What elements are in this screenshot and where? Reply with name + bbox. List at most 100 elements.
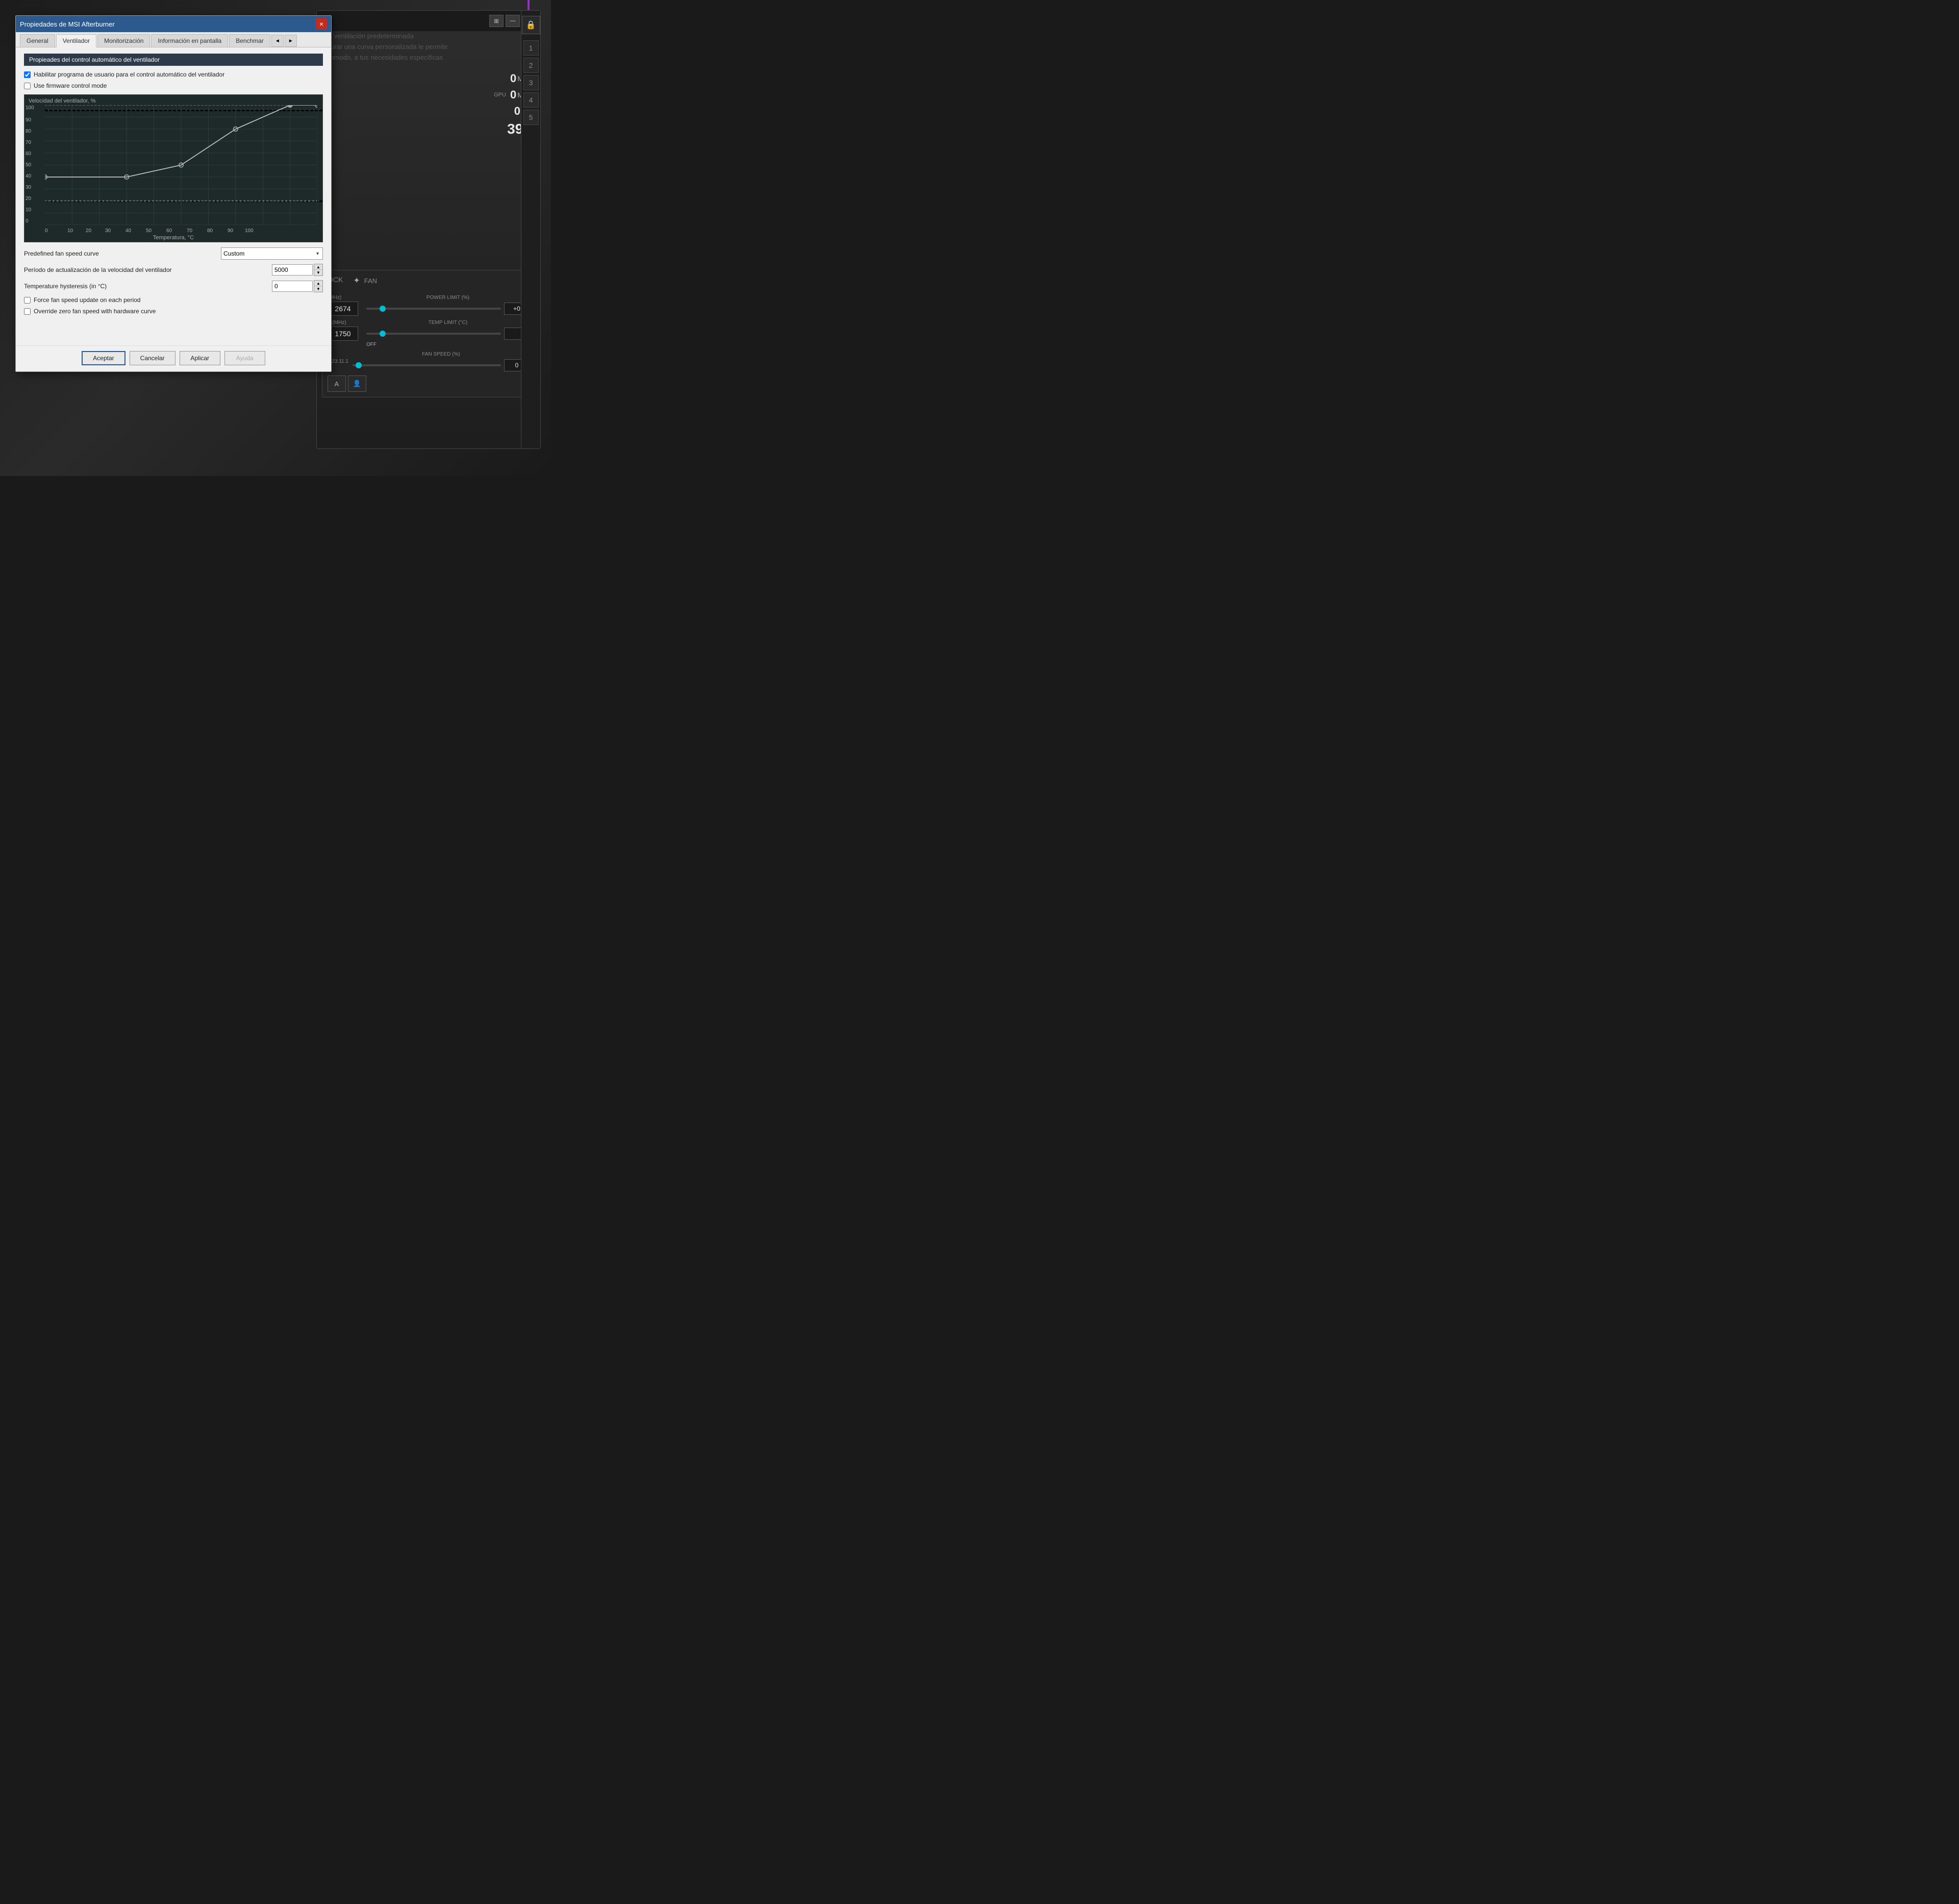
predefined-select-wrapper: Custom Silent Gaming Turbo ▼: [221, 247, 323, 260]
power-limit-label: POWER LIMIT (%): [366, 295, 530, 300]
hysteresis-spin-up[interactable]: ▲: [314, 281, 322, 286]
cancel-button[interactable]: Cancelar: [130, 351, 175, 365]
use-firmware-mode-label: Use firmware control mode: [34, 82, 107, 89]
x-label-20: 20: [86, 228, 91, 234]
y-label-100: 100: [26, 105, 34, 111]
reading-row-2: GPU 0 MHz: [325, 88, 532, 102]
y-label-20: 20: [26, 196, 31, 202]
apply-button[interactable]: Aplicar: [180, 351, 220, 365]
profile-btn-user[interactable]: 👤: [348, 375, 366, 392]
predefined-control: Custom Silent Gaming Turbo ▼: [221, 247, 323, 260]
tab-ventilador[interactable]: Ventilador: [56, 34, 96, 47]
x-label-40: 40: [125, 228, 131, 234]
x-label-100: 100: [245, 228, 254, 234]
lock-icon[interactable]: 🔒: [522, 16, 540, 34]
y-label-10: 10: [26, 207, 31, 213]
period-input[interactable]: [272, 264, 313, 275]
properties-dialog: Propiedades de MSI Afterburner × General…: [15, 15, 332, 372]
y-label-40: 40: [26, 173, 31, 179]
ock-fan-header: OCK ✦ FAN: [328, 275, 530, 290]
sidebar-num-2[interactable]: 2: [523, 58, 539, 73]
override-zero-checkbox[interactable]: [24, 308, 31, 315]
reading-row-4: 39 °C: [325, 121, 532, 137]
enable-user-program-label: Habilitar programa de usuario para el co…: [34, 71, 224, 78]
mhz-label: (MHz): [328, 295, 358, 300]
power-limit-section: POWER LIMIT (%) +0: [366, 295, 530, 316]
power-slider[interactable]: [366, 308, 501, 310]
sidebar-num-3[interactable]: 3: [523, 75, 539, 90]
fan-curve-svg: [45, 105, 317, 225]
temp-slider[interactable]: [366, 333, 501, 335]
use-firmware-mode-row: Use firmware control mode: [24, 82, 323, 89]
override-zero-label: Override zero fan speed with hardware cu…: [34, 308, 156, 315]
reading-label-2: GPU: [494, 92, 506, 98]
y-label-90: 90: [26, 117, 31, 123]
hysteresis-label: Temperature hysteresis (in °C): [24, 283, 272, 290]
period-spin-up[interactable]: ▲: [314, 264, 322, 270]
temp-limit-section: TEMP LIMIT (°C) OFF: [366, 320, 530, 347]
chart-title: Velocidad del ventilador, %: [29, 98, 95, 104]
section-header: Propieades del control automático del ve…: [24, 54, 323, 66]
hysteresis-input[interactable]: [272, 281, 313, 292]
off-label: OFF: [366, 342, 530, 347]
y-label-70: 70: [26, 140, 31, 145]
x-label-60: 60: [166, 228, 172, 234]
override-zero-row: Override zero fan speed with hardware cu…: [24, 308, 323, 315]
k-clock-value: 1750: [328, 327, 358, 341]
period-spin-down[interactable]: ▼: [314, 270, 322, 275]
use-firmware-mode-checkbox[interactable]: [24, 83, 31, 89]
temp-slider-thumb: [380, 331, 386, 337]
help-button[interactable]: Ayuda: [224, 351, 265, 365]
msi-sidebar: 🔒 1 2 3 4 5: [521, 11, 540, 448]
fan-speed-label: FAN SPEED (%): [353, 352, 530, 357]
force-update-row: Force fan speed update on each period: [24, 296, 323, 304]
dialog-close-button[interactable]: ×: [316, 18, 327, 30]
y-label-0: 0: [26, 218, 29, 224]
tab-benchmar[interactable]: Benchmar: [229, 34, 270, 47]
tab-general[interactable]: General: [20, 34, 55, 47]
fan-label: FAN: [364, 277, 377, 285]
sidebar-num-4[interactable]: 4: [523, 92, 539, 108]
x-label-80: 80: [207, 228, 213, 234]
hysteresis-spin-down[interactable]: ▼: [314, 286, 322, 292]
reading-value-1: 0: [510, 72, 516, 85]
fan-curve-chart[interactable]: Velocidad del ventilador, % 100 90 80 70…: [24, 94, 323, 242]
accept-button[interactable]: Aceptar: [82, 351, 125, 365]
tab-nav-prev[interactable]: ◄: [271, 35, 284, 47]
y-label-80: 80: [26, 129, 31, 134]
dialog-content: Propieades del control automático del ve…: [16, 47, 331, 345]
force-update-label: Force fan speed update on each period: [34, 296, 140, 304]
hysteresis-spinbox: ▲ ▼: [314, 280, 323, 292]
period-label: Período de actualización de la velocidad…: [24, 266, 272, 273]
reading-value-3: 0: [514, 105, 520, 118]
sidebar-num-5[interactable]: 5: [523, 110, 539, 125]
enable-user-program-row: Habilitar programa de usuario para el co…: [24, 71, 323, 78]
period-row: Período de actualización de la velocidad…: [24, 264, 323, 276]
dialog-tabs: General Ventilador Monitorización Inform…: [16, 32, 331, 47]
power-limit-control: +0: [366, 303, 530, 315]
profile-btn-a[interactable]: A: [328, 375, 346, 392]
clock-power-row: (MHz) 2674 POWER LIMIT (%) +0: [328, 295, 530, 316]
enable-user-program-checkbox[interactable]: [24, 71, 31, 78]
tab-informacion[interactable]: Información en pantalla: [151, 34, 228, 47]
minimize-btn[interactable]: —: [506, 15, 520, 27]
fan-speed-slider[interactable]: [353, 364, 501, 366]
windows-btn[interactable]: ⊞: [489, 15, 504, 27]
fan-header: ✦ FAN: [353, 275, 377, 286]
force-update-checkbox[interactable]: [24, 297, 31, 304]
predefined-select[interactable]: Custom Silent Gaming Turbo: [221, 247, 323, 260]
tab-monitorizacion[interactable]: Monitorización: [97, 34, 150, 47]
y-label-60: 60: [26, 151, 31, 157]
fan-speed-control: 0: [353, 359, 530, 371]
x-label-90: 90: [228, 228, 233, 234]
sidebar-num-1[interactable]: 1: [523, 40, 539, 56]
k-clock-section: K (MHz) 1750: [328, 320, 358, 347]
dialog-titlebar: Propiedades de MSI Afterburner ×: [16, 16, 331, 32]
predefined-label: Predefined fan speed curve: [24, 250, 221, 257]
tab-nav-next[interactable]: ►: [285, 35, 297, 47]
profile-buttons: A 👤: [328, 375, 530, 392]
predefined-row: Predefined fan speed curve Custom Silent…: [24, 247, 323, 260]
x-label-50: 50: [146, 228, 152, 234]
dialog-title: Propiedades de MSI Afterburner: [20, 20, 316, 28]
fan-speed-slider-thumb: [356, 362, 362, 368]
